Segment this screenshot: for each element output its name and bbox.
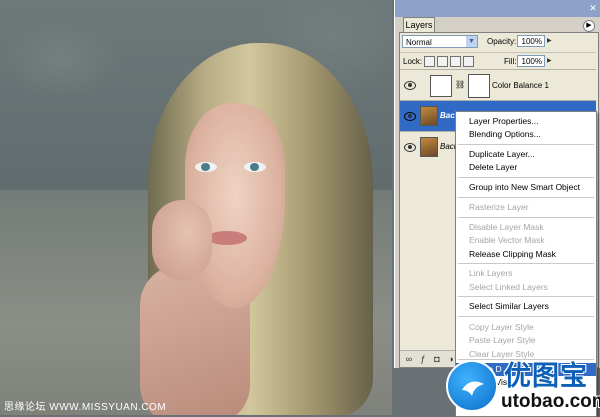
utobao-watermark: 优图宝 utobao.com (446, 358, 600, 415)
menu-item-disable-layer-mask: Disable Layer Mask (469, 222, 544, 232)
menu-separator (458, 197, 594, 198)
fill-input[interactable]: 100% (517, 55, 545, 67)
brand-name-en: utobao.com (501, 391, 600, 412)
blend-mode-select[interactable]: Normal ▼ (402, 35, 478, 48)
opacity-slider-icon[interactable]: ▶ (547, 36, 553, 46)
menu-item-duplicate-layer[interactable]: Duplicate Layer... (456, 148, 596, 161)
panel-titlebar[interactable]: ✕ (395, 0, 600, 17)
fill-label: Fill: (504, 57, 517, 66)
visibility-eye-icon[interactable] (404, 81, 416, 90)
panel-menu-icon[interactable]: ▶ (583, 20, 595, 32)
menu-item-delete-layer[interactable]: Delete Layer (456, 161, 596, 174)
lock-position-icon[interactable] (450, 56, 461, 67)
lock-label: Lock: (403, 57, 423, 66)
lock-transparent-icon[interactable] (424, 56, 435, 67)
menu-item-group-into-new-smart-object[interactable]: Group into New Smart Object (456, 181, 596, 194)
menu-item-rasterize-layer: Rasterize Layer (469, 202, 529, 212)
hand (152, 200, 212, 280)
menu-separator (458, 217, 594, 218)
menu-item-select-linked-layers: Select Linked Layers (469, 282, 548, 292)
menu-separator (458, 177, 594, 178)
menu-item-paste-layer-style: Paste Layer Style (469, 335, 536, 345)
menu-separator (458, 296, 594, 297)
lock-all-icon[interactable] (463, 56, 474, 67)
portrait-subject (140, 35, 392, 415)
menu-item-blending-options[interactable]: Blending Options... (456, 128, 596, 141)
add-mask-icon[interactable]: ◘ (432, 354, 442, 364)
close-icon[interactable]: ✕ (588, 3, 598, 13)
menu-item-layer-properties[interactable]: Layer Properties... (456, 115, 596, 128)
layer-thumbnail[interactable] (420, 137, 438, 157)
menu-item-release-clipping-mask[interactable]: Release Clipping Mask (456, 248, 596, 261)
menu-separator (458, 316, 594, 317)
chevron-down-icon[interactable]: ▼ (466, 36, 477, 47)
layer-mask-thumbnail[interactable] (468, 74, 490, 98)
lips (207, 231, 247, 245)
visibility-eye-icon[interactable] (404, 143, 416, 152)
forum-watermark: 思缘论坛 WWW.MISSYUAN.COM (4, 402, 167, 413)
adjustment-thumbnail[interactable] (430, 75, 452, 97)
brand-name-cn: 优图宝 (504, 361, 588, 391)
layer-style-icon[interactable]: ƒ (418, 354, 428, 364)
menu-separator (458, 144, 594, 145)
left-eye (195, 162, 217, 172)
opacity-input[interactable]: 100% (517, 35, 545, 47)
layer-row-color-balance[interactable]: ⛓ Color Balance 1 (400, 69, 596, 100)
brand-logo (446, 360, 498, 412)
visibility-eye-icon[interactable] (404, 112, 416, 121)
menu-item-copy-layer-style: Copy Layer Style (469, 322, 534, 332)
menu-item-select-similar-layers[interactable]: Select Similar Layers (456, 300, 596, 313)
fill-slider-icon[interactable]: ▶ (547, 56, 553, 66)
bird-icon (462, 381, 484, 396)
menu-item-enable-vector-mask: Enable Vector Mask (469, 235, 545, 245)
chain-link-icon[interactable]: ⛓ (455, 80, 465, 89)
link-layers-icon[interactable]: ∞ (404, 354, 414, 364)
lock-bar: Lock: Fill: 100% ▶ (400, 52, 596, 69)
tab-layers[interactable]: Layers (403, 17, 435, 33)
menu-separator (458, 263, 594, 264)
opacity-label: Opacity: (487, 37, 517, 46)
blend-mode-value: Normal (406, 38, 432, 47)
layer-thumbnail[interactable] (420, 106, 438, 126)
menu-item-link-layers: Link Layers (469, 268, 513, 278)
layer-name[interactable]: Color Balance 1 (492, 81, 549, 90)
lock-image-icon[interactable] (437, 56, 448, 67)
photo-canvas[interactable]: 思缘论坛 WWW.MISSYUAN.COM (0, 0, 392, 415)
right-eye (244, 162, 266, 172)
